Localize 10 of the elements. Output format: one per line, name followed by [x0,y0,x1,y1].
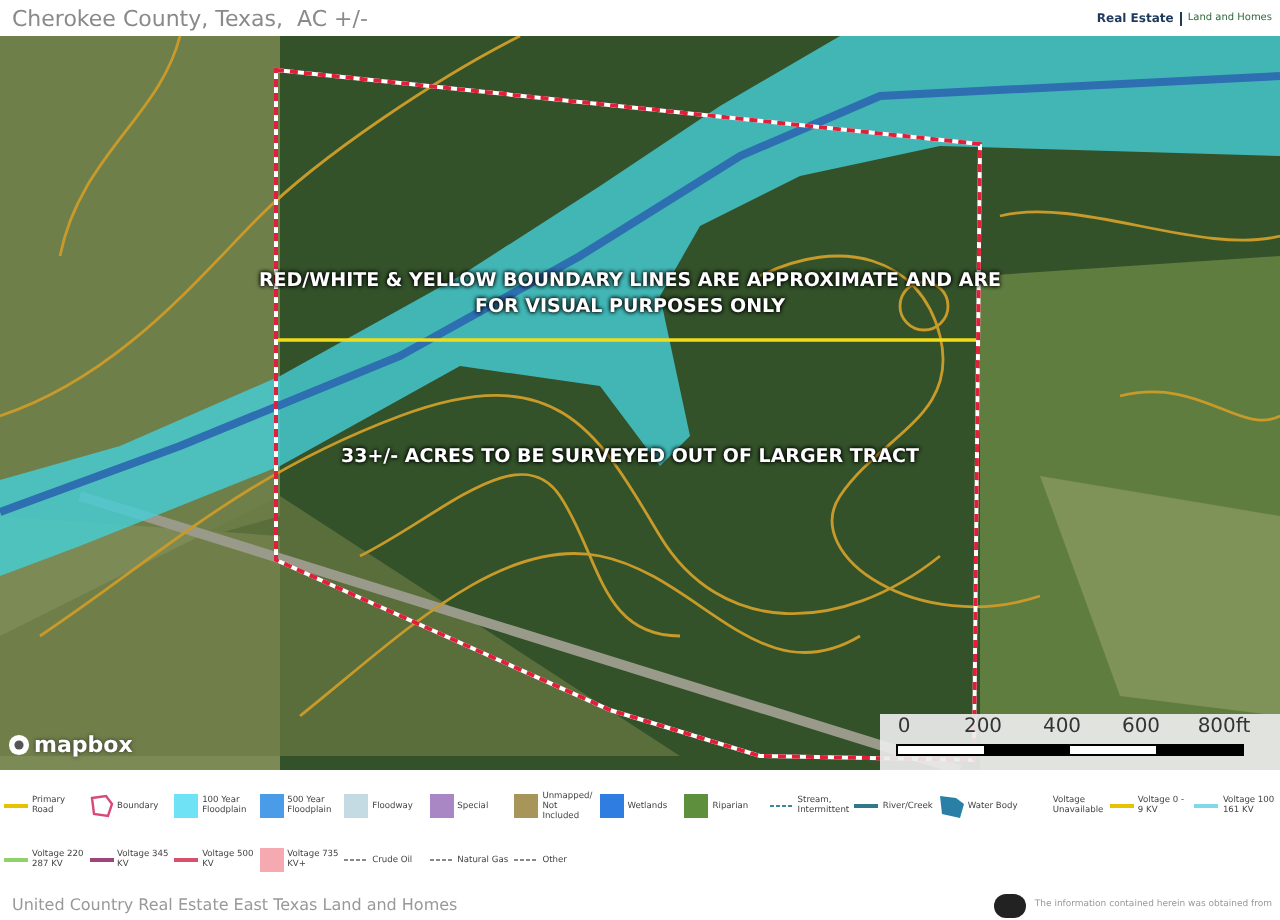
map-attribution: mapbox [34,732,133,758]
mapbox-logo-icon [8,734,30,756]
scale-label: 200 [963,716,1003,738]
scale-label: 0 [897,716,911,738]
page-title: Cherokee County, Texas, AC +/- [12,5,368,31]
scale-label: 400 [1042,716,1082,738]
company-name: United Country Real Estate East Texas Land and Homes [12,896,458,914]
logo-icon [994,893,1027,917]
scale-label: 600 [1121,716,1161,738]
scale-label: 800ft [1197,716,1251,738]
